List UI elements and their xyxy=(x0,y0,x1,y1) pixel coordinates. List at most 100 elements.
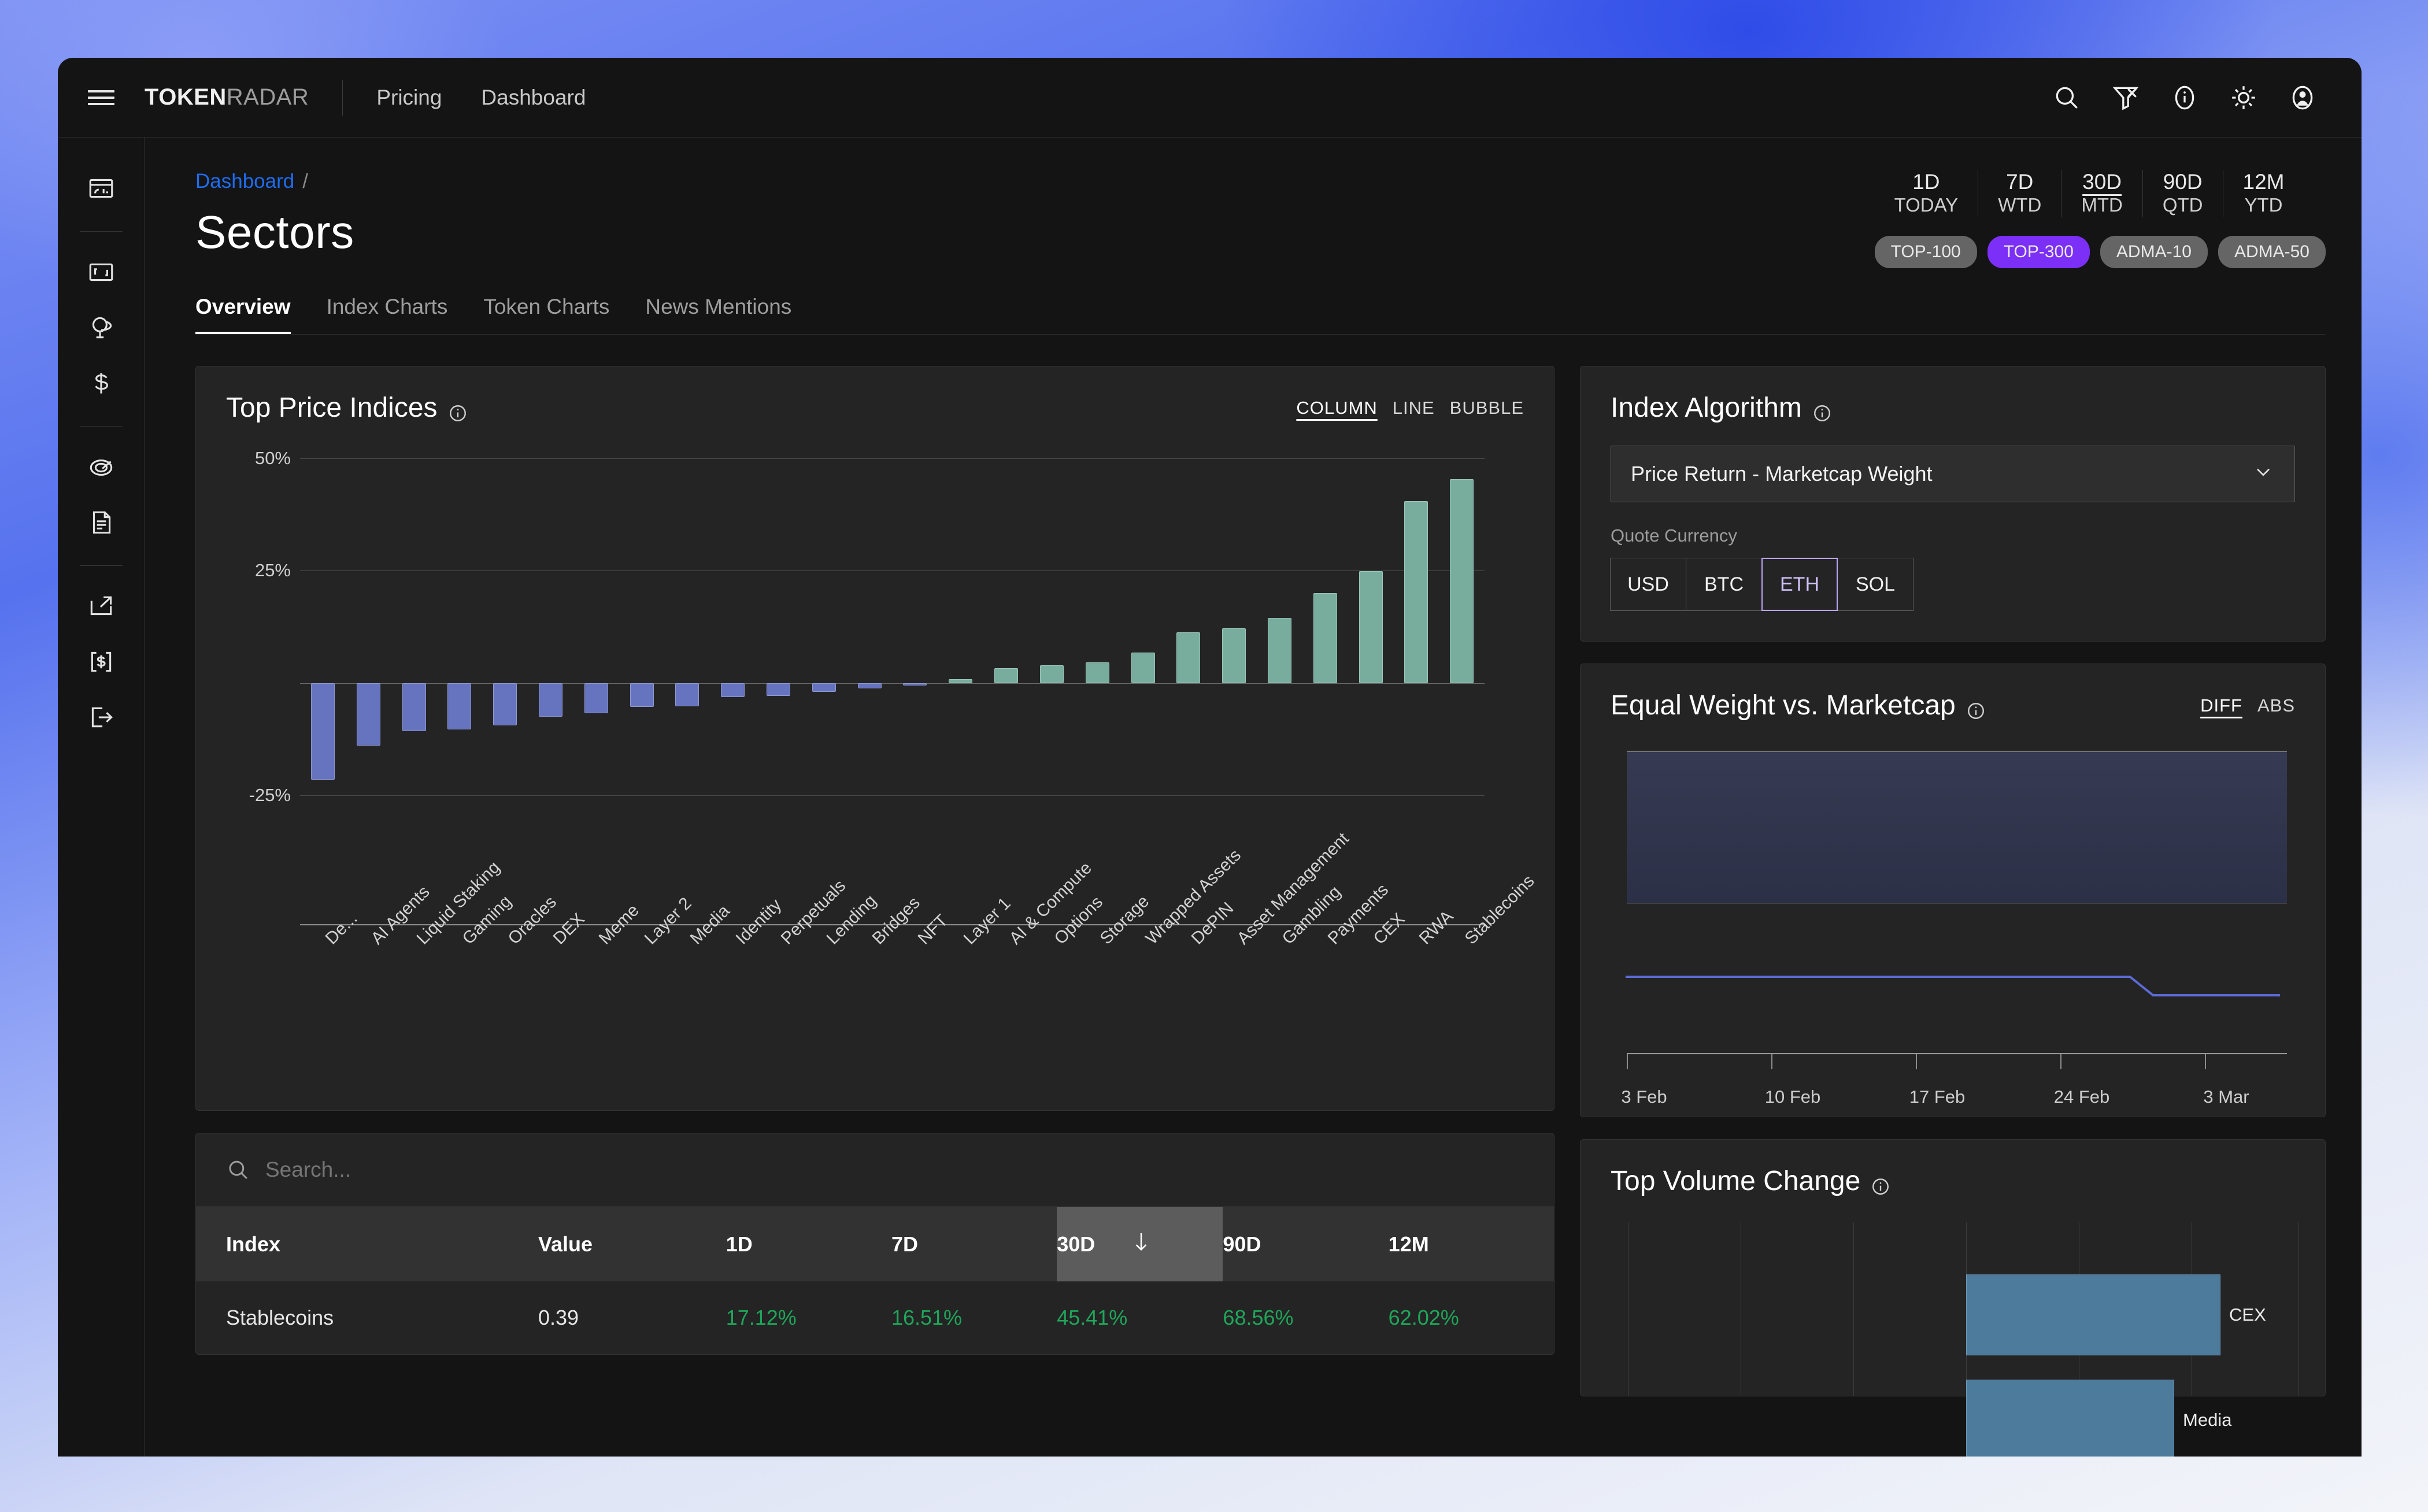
bar-cell[interactable] xyxy=(1211,458,1257,863)
bar-cell[interactable] xyxy=(1302,458,1348,863)
column-header-index[interactable]: Index xyxy=(196,1207,538,1282)
bar-cell[interactable] xyxy=(1439,458,1485,863)
bar-nft[interactable] xyxy=(903,683,927,686)
chip-top-100[interactable]: TOP-100 xyxy=(1874,236,1977,269)
bar-options[interactable] xyxy=(1039,665,1064,684)
sidebar-item-bracket-dollar-icon[interactable] xyxy=(75,635,128,688)
bar-ai-agents[interactable] xyxy=(356,683,380,746)
bar-asset-management[interactable] xyxy=(1222,628,1246,684)
bar-cell[interactable] xyxy=(346,458,391,863)
bar-rwa[interactable] xyxy=(1404,501,1428,684)
quote-currency-sol[interactable]: SOL xyxy=(1837,558,1913,612)
column-header-7d[interactable]: 7D xyxy=(891,1207,1057,1282)
tab-index-charts[interactable]: Index Charts xyxy=(327,295,448,334)
period-1d[interactable]: 1D TODAY xyxy=(1875,170,1978,217)
bar-gaming[interactable] xyxy=(447,683,472,729)
bar-gambling[interactable] xyxy=(1267,618,1291,684)
sidebar-item-target-icon[interactable] xyxy=(75,440,128,494)
sidebar-item-document-icon[interactable] xyxy=(75,496,128,549)
view-mode-column[interactable]: COLUMN xyxy=(1296,398,1377,418)
nav-link-pricing[interactable]: Pricing xyxy=(376,86,442,110)
bar-stablecoins[interactable] xyxy=(1450,479,1474,684)
quote-currency-eth[interactable]: ETH xyxy=(1761,558,1838,612)
bar-liquid-staking[interactable] xyxy=(402,683,426,731)
quote-currency-btc[interactable]: BTC xyxy=(1686,558,1762,612)
bar-cell[interactable] xyxy=(1257,458,1302,863)
bar-cell[interactable] xyxy=(893,458,938,863)
quote-currency-usd[interactable]: USD xyxy=(1610,558,1686,612)
bar-cell[interactable] xyxy=(665,458,710,863)
bar-dex[interactable] xyxy=(538,683,562,717)
info-icon[interactable] xyxy=(1966,696,1986,719)
period-12m[interactable]: 12M YTD xyxy=(2222,170,2304,218)
tab-token-charts[interactable]: Token Charts xyxy=(483,295,609,334)
account-icon[interactable] xyxy=(2276,71,2329,124)
bar-media[interactable] xyxy=(675,683,699,706)
brightness-icon[interactable] xyxy=(2217,71,2270,124)
bar-cell[interactable] xyxy=(1165,458,1211,863)
info-icon[interactable] xyxy=(2158,71,2211,124)
sidebar-item-logout-icon[interactable] xyxy=(75,691,128,744)
brand-logo[interactable]: TOKENRADAR xyxy=(145,84,309,110)
bar-cell[interactable] xyxy=(619,458,665,863)
bar-wrapped-assets[interactable] xyxy=(1131,653,1155,684)
search-input[interactable] xyxy=(265,1158,1524,1183)
bar-lending[interactable] xyxy=(812,683,836,692)
filter-remove-icon[interactable] xyxy=(2099,71,2152,124)
search-icon[interactable] xyxy=(2040,71,2093,124)
bar-cell[interactable] xyxy=(573,458,619,863)
table-row[interactable]: Stablecoins 0.39 17.12% 16.51% 45.41% 68… xyxy=(196,1281,1554,1354)
bar-cell[interactable] xyxy=(756,458,801,863)
bar-depin[interactable] xyxy=(1176,632,1201,684)
bar-cell[interactable] xyxy=(1120,458,1166,863)
bar-cell[interactable] xyxy=(847,458,893,863)
period-7d[interactable]: 7D WTD xyxy=(1978,170,2061,218)
breadcrumb-dashboard[interactable]: Dashboard xyxy=(195,170,294,193)
view-mode-line[interactable]: LINE xyxy=(1393,398,1435,418)
bar-cell[interactable] xyxy=(482,458,528,863)
hamburger-menu-icon[interactable] xyxy=(58,86,145,109)
bar-cell[interactable] xyxy=(938,458,983,863)
bar-de[interactable] xyxy=(310,683,335,780)
bar-cell[interactable] xyxy=(300,458,346,863)
bar-cell[interactable] xyxy=(436,458,482,863)
bar-payments[interactable] xyxy=(1313,592,1337,684)
sidebar-item-expand-icon[interactable] xyxy=(75,246,128,299)
bar-cell[interactable] xyxy=(710,458,756,863)
period-90d[interactable]: 90D QTD xyxy=(2142,170,2223,218)
bar-cell[interactable] xyxy=(1075,458,1120,863)
bar-cell[interactable] xyxy=(1394,458,1439,863)
sidebar-item-external-link-icon[interactable] xyxy=(75,580,128,633)
bar-perpetuals[interactable] xyxy=(767,683,790,696)
bar-layer-2[interactable] xyxy=(630,683,654,707)
sidebar-item-globe-radar-icon[interactable] xyxy=(75,301,128,354)
bar-layer-1[interactable] xyxy=(949,679,973,684)
mode-diff[interactable]: DIFF xyxy=(2200,695,2242,716)
nav-link-dashboard[interactable]: Dashboard xyxy=(481,86,586,110)
bar-cell[interactable] xyxy=(1348,458,1394,863)
info-icon[interactable] xyxy=(1871,1172,1890,1195)
tab-news-mentions[interactable]: News Mentions xyxy=(645,295,791,334)
column-header-90d[interactable]: 90D xyxy=(1223,1207,1389,1282)
bar-cex[interactable] xyxy=(1359,570,1383,684)
bar-cell[interactable] xyxy=(801,458,847,863)
chip-top-300[interactable]: TOP-300 xyxy=(1987,236,2090,269)
column-header-1d[interactable]: 1D xyxy=(726,1207,891,1282)
tab-overview[interactable]: Overview xyxy=(195,295,291,335)
bar-oracles[interactable] xyxy=(493,683,517,725)
sidebar-item-dollar-icon[interactable] xyxy=(75,357,128,410)
chip-adma-10[interactable]: ADMA-10 xyxy=(2100,236,2208,269)
bar-cell[interactable] xyxy=(983,458,1029,863)
period-30d[interactable]: 30D MTD xyxy=(2061,170,2142,218)
bar-ai-compute[interactable] xyxy=(994,668,1019,684)
sidebar-item-dashboard-layout-icon[interactable] xyxy=(75,162,128,215)
column-header-value[interactable]: Value xyxy=(538,1207,726,1282)
column-header-12m[interactable]: 12M xyxy=(1388,1207,1554,1282)
algorithm-select[interactable]: Price Return - Marketcap Weight xyxy=(1611,446,2295,503)
bar-cell[interactable] xyxy=(391,458,437,863)
info-icon[interactable] xyxy=(1812,398,1832,421)
bar-meme[interactable] xyxy=(584,683,608,713)
column-header-30d[interactable]: 30D xyxy=(1057,1207,1223,1282)
bar-identity[interactable] xyxy=(721,683,745,697)
view-mode-bubble[interactable]: BUBBLE xyxy=(1450,398,1524,418)
